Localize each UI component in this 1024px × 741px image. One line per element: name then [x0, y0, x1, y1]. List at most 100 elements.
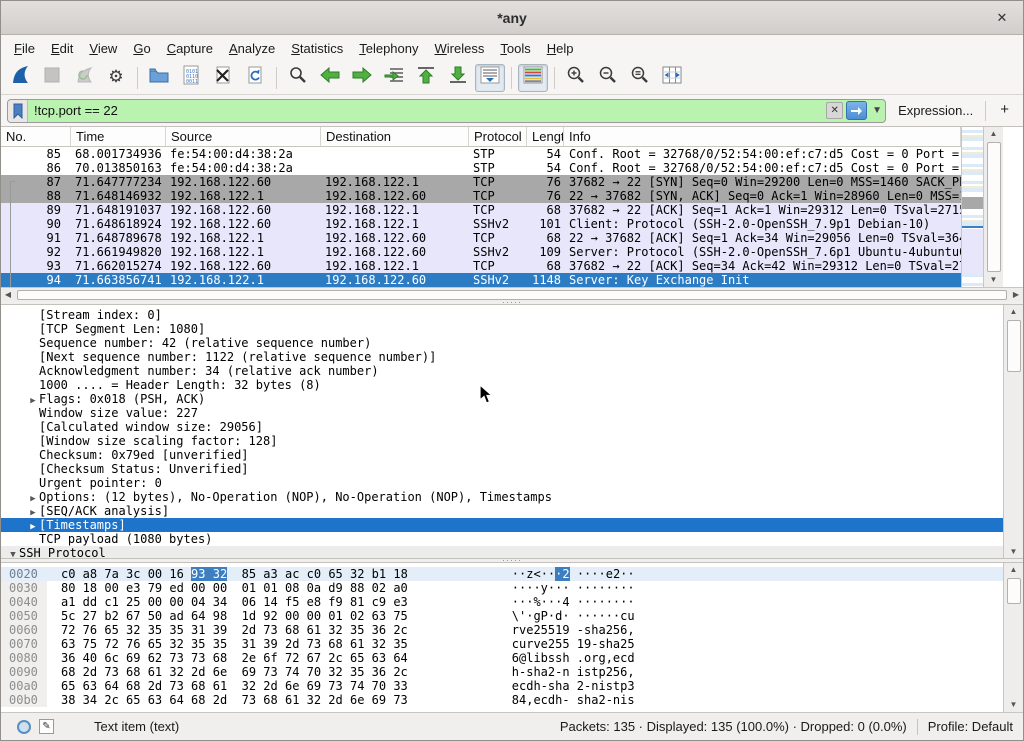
expander-open-icon[interactable]: ▼ [7, 548, 19, 558]
scroll-up-icon[interactable]: ▲ [1005, 305, 1023, 319]
packet-row-90[interactable]: 9071.648618924192.168.122.60192.168.122.… [1, 217, 961, 231]
hex-bytes[interactable]: 68 2d 73 68 61 32 2d 6e 69 73 74 70 32 3… [61, 665, 408, 679]
packet-row-88[interactable]: 8871.648146932192.168.122.1192.168.122.6… [1, 189, 961, 203]
add-filter-button[interactable]: + [992, 101, 1017, 120]
scroll-down-icon[interactable]: ▼ [1005, 698, 1023, 712]
scrollbar-thumb[interactable] [1007, 578, 1021, 604]
hex-bytes[interactable]: 5c 27 b2 67 50 ad 64 98 1d 92 00 00 01 0… [61, 609, 408, 623]
go-back-button[interactable] [315, 64, 345, 92]
hex-bytes[interactable]: 38 34 2c 65 63 64 68 2d 73 68 61 32 2d 6… [61, 693, 408, 707]
open-file-button[interactable] [144, 64, 174, 92]
expression-button[interactable]: Expression... [892, 103, 979, 118]
menu-help[interactable]: Help [540, 38, 581, 59]
zoom-original-button[interactable] [625, 64, 655, 92]
menu-statistics[interactable]: Statistics [284, 38, 350, 59]
detail-row[interactable]: ▶Options: (12 bytes), No-Operation (NOP)… [1, 490, 1003, 504]
filter-history-dropdown-icon[interactable]: ▼ [869, 105, 885, 116]
menu-view[interactable]: View [82, 38, 124, 59]
column-header-destination[interactable]: Destination [321, 127, 469, 146]
menu-wireless[interactable]: Wireless [428, 38, 492, 59]
detail-row[interactable]: [Next sequence number: 1122 (relative se… [1, 350, 1003, 364]
expert-info-icon[interactable] [17, 720, 31, 734]
capture-options-button[interactable]: ⚙ [101, 64, 131, 92]
start-capture-button[interactable] [5, 64, 35, 92]
scroll-down-icon[interactable]: ▼ [1005, 545, 1023, 559]
detail-row[interactable]: [Stream index: 0] [1, 308, 1003, 322]
packet-row-92[interactable]: 9271.661949820192.168.122.1192.168.122.6… [1, 245, 961, 259]
ascii-bytes[interactable]: 6@libssh .org,ecd [512, 651, 635, 665]
save-file-button[interactable]: 010101100011 [176, 64, 206, 92]
packet-row-93[interactable]: 9371.662015274192.168.122.60192.168.122.… [1, 259, 961, 273]
hex-row-0080[interactable]: 008036 40 6c 69 62 73 73 68 2e 6f 72 67 … [1, 651, 1003, 665]
profile-status[interactable]: Profile: Default [928, 719, 1013, 734]
detail-row[interactable]: 1000 .... = Header Length: 32 bytes (8) [1, 378, 1003, 392]
hex-bytes[interactable]: 80 18 00 e3 79 ed 00 00 01 01 08 0a d9 8… [61, 581, 408, 595]
menu-telephony[interactable]: Telephony [352, 38, 425, 59]
column-header-source[interactable]: Source [166, 127, 321, 146]
column-header-info[interactable]: Info [564, 127, 961, 146]
detail-row[interactable]: [TCP Segment Len: 1080] [1, 322, 1003, 336]
reload-file-button[interactable] [240, 64, 270, 92]
menu-go[interactable]: Go [126, 38, 157, 59]
ascii-bytes[interactable]: ···%···4 ········ [512, 595, 635, 609]
ascii-bytes[interactable]: 84,ecdh- sha2-nis [512, 693, 635, 707]
detail-row[interactable]: ▶[Timestamps] [1, 518, 1003, 532]
ascii-bytes[interactable]: curve255 19-sha25 [512, 637, 635, 651]
zoom-in-button[interactable] [561, 64, 591, 92]
detail-row[interactable]: ▶Flags: 0x018 (PSH, ACK) [1, 392, 1003, 406]
hex-row-0030[interactable]: 003080 18 00 e3 79 ed 00 00 01 01 08 0a … [1, 581, 1003, 595]
column-header-time[interactable]: Time [71, 127, 166, 146]
ascii-bytes[interactable]: ··z<···2 ····e2·· [512, 567, 635, 581]
scrollbar-thumb[interactable] [1007, 320, 1021, 372]
detail-row[interactable]: Window size value: 227 [1, 406, 1003, 420]
details-vertical-scrollbar[interactable]: ▲ ▼ [1003, 305, 1023, 559]
hex-row-0020[interactable]: 0020c0 a8 7a 3c 00 16 93 32 85 a3 ac c0 … [1, 567, 1003, 581]
hex-bytes[interactable]: 72 76 65 32 35 35 31 39 2d 73 68 61 32 3… [61, 623, 408, 637]
hex-bytes[interactable]: 63 75 72 76 65 32 35 35 31 39 2d 73 68 6… [61, 637, 408, 651]
packet-row-91[interactable]: 9171.648789678192.168.122.1192.168.122.6… [1, 231, 961, 245]
colorize-packets-button[interactable] [518, 64, 548, 92]
find-packet-button[interactable] [283, 64, 313, 92]
detail-row[interactable]: [Calculated window size: 29056] [1, 420, 1003, 434]
menu-file[interactable]: File [7, 38, 42, 59]
detail-row[interactable]: [Window size scaling factor: 128] [1, 434, 1003, 448]
detail-row[interactable]: Sequence number: 42 (relative sequence n… [1, 336, 1003, 350]
detail-row[interactable]: Checksum: 0x79ed [unverified] [1, 448, 1003, 462]
detail-row[interactable]: Urgent pointer: 0 [1, 476, 1003, 490]
packet-row-89[interactable]: 8971.648191037192.168.122.60192.168.122.… [1, 203, 961, 217]
bytes-vertical-scrollbar[interactable]: ▲ ▼ [1003, 563, 1023, 712]
column-header-protocol[interactable]: Protocol [469, 127, 527, 146]
column-header-no[interactable]: No. [1, 127, 71, 146]
hex-bytes[interactable]: c0 a8 7a 3c 00 16 93 32 85 a3 ac c0 65 3… [61, 567, 408, 581]
filter-apply-icon[interactable] [846, 101, 867, 120]
hex-row-0040[interactable]: 0040a1 dd c1 25 00 00 04 34 06 14 f5 e8 … [1, 595, 1003, 609]
packet-minimap-scrollbar[interactable] [961, 127, 983, 287]
detail-row[interactable]: ▶[SEQ/ACK analysis] [1, 504, 1003, 518]
column-header-length[interactable]: Length [527, 127, 564, 146]
menu-analyze[interactable]: Analyze [222, 38, 282, 59]
ascii-bytes[interactable]: \'·gP·d· ······cu [512, 609, 635, 623]
scrollbar-thumb[interactable] [987, 142, 1001, 272]
packet-list-header[interactable]: No.TimeSourceDestinationProtocolLengthIn… [1, 127, 961, 147]
filter-clear-icon[interactable]: ✕ [826, 102, 843, 119]
zoom-out-button[interactable] [593, 64, 623, 92]
detail-row[interactable]: Acknowledgment number: 34 (relative ack … [1, 364, 1003, 378]
restart-capture-button[interactable] [69, 64, 99, 92]
scroll-up-icon[interactable]: ▲ [985, 127, 1003, 141]
hex-row-0060[interactable]: 006072 76 65 32 35 35 31 39 2d 73 68 61 … [1, 623, 1003, 637]
ascii-bytes[interactable]: ecdh-sha 2-nistp3 [512, 679, 635, 693]
menu-edit[interactable]: Edit [44, 38, 80, 59]
hex-row-0050[interactable]: 00505c 27 b2 67 50 ad 64 98 1d 92 00 00 … [1, 609, 1003, 623]
go-forward-button[interactable] [347, 64, 377, 92]
hex-row-0070[interactable]: 007063 75 72 76 65 32 35 35 31 39 2d 73 … [1, 637, 1003, 651]
filter-bookmark-icon[interactable] [8, 100, 28, 122]
scroll-left-icon[interactable]: ◀ [1, 290, 15, 299]
hex-row-0090[interactable]: 009068 2d 73 68 61 32 2d 6e 69 73 74 70 … [1, 665, 1003, 679]
go-to-packet-button[interactable] [379, 64, 409, 92]
display-filter-input[interactable] [28, 100, 826, 122]
capture-comment-icon[interactable]: ✎ [39, 719, 54, 734]
packet-row-94[interactable]: 9471.663856741192.168.122.1192.168.122.6… [1, 273, 961, 287]
scroll-down-icon[interactable]: ▼ [985, 273, 1003, 287]
auto-scroll-button[interactable] [475, 64, 505, 92]
hex-bytes[interactable]: 65 63 64 68 2d 73 68 61 32 2d 6e 69 73 7… [61, 679, 408, 693]
